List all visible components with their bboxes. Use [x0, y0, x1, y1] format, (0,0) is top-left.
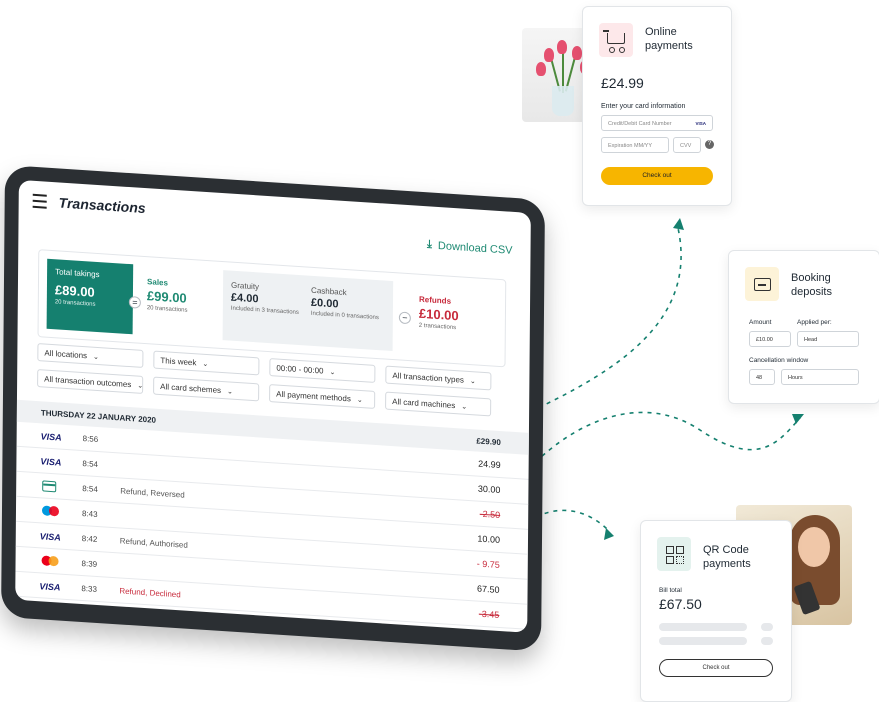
gratuity-cashback-panel: Gratuity £4.00 Included in 3 transaction… [222, 270, 394, 352]
total-takings: Total takings £89.00 20 transactions [46, 258, 134, 335]
card-number-input[interactable]: Credit/Debit Card Number VISA [601, 115, 713, 131]
placeholder-bar [659, 637, 747, 645]
cashback-summary: Cashback £0.00 Included in 0 transaction… [310, 285, 379, 322]
card-icon [42, 480, 57, 493]
card-terminal-icon [745, 267, 779, 301]
filter-locations[interactable]: All locations ⌄ [37, 343, 144, 368]
enter-card-label: Enter your card information [601, 103, 686, 110]
amount-label: Amount [749, 319, 772, 326]
qr-code-icon [657, 537, 691, 571]
booking-deposits-title: Booking deposits [791, 272, 832, 298]
bill-total-value: £67.50 [659, 596, 702, 612]
vase [552, 86, 574, 116]
tablet-body: Transactions ⤓ Download CSV Total taking… [1, 165, 545, 652]
date-group-total: £29.90 [476, 436, 501, 448]
flower-bloom [536, 62, 546, 76]
applied-per-label: Applied per: [797, 319, 832, 326]
cvv-input[interactable]: CVV [673, 137, 701, 153]
placeholder-bar [761, 623, 773, 631]
shopping-cart-icon [599, 23, 633, 57]
filter-card-machines[interactable]: All card machines ⌄ [385, 391, 492, 417]
chevron-down-icon: ⌄ [461, 403, 468, 411]
chevron-down-icon: ⌄ [469, 378, 476, 386]
download-csv-button[interactable]: ⤓ Download CSV [427, 238, 513, 257]
tablet: Transactions ⤓ Download CSV Total taking… [1, 165, 545, 652]
minus-icon: − [398, 311, 411, 325]
page-title: Transactions [58, 194, 146, 217]
equals-icon: = [128, 296, 141, 309]
filter-transaction-outcomes[interactable]: All transaction outcomes ⌄ [37, 369, 144, 394]
amount-input[interactable]: £10.00 [749, 331, 791, 347]
mastercard-icon [41, 555, 60, 567]
woman-face [798, 527, 830, 567]
online-price: £24.99 [601, 75, 644, 91]
connector-booking [499, 411, 801, 504]
filter-card-schemes[interactable]: All card schemes ⌄ [153, 376, 260, 402]
arrow-qr [604, 528, 614, 540]
chevron-down-icon: ⌄ [202, 360, 209, 369]
visa-icon: VISA [39, 531, 61, 543]
refunds-summary: Refunds £10.00 2 transactions [418, 294, 459, 332]
qr-payments-card: QR Code payments Bill total £67.50 Check… [640, 520, 792, 702]
filter-payment-methods[interactable]: All payment methods ⌄ [269, 384, 376, 409]
arrow-booking [792, 414, 804, 424]
chevron-down-icon: ⌄ [93, 353, 99, 362]
hamburger-menu-icon[interactable] [32, 193, 47, 209]
flower-bloom [557, 40, 567, 54]
chevron-down-icon: ⌄ [227, 388, 233, 396]
placeholder-bar [761, 637, 773, 645]
app-header: Transactions [32, 193, 146, 217]
flower-bloom [572, 46, 582, 60]
transaction-list: THURSDAY 22 JANUARY 2020 £29.90 VISA 8:5… [15, 399, 529, 630]
filter-time-range[interactable]: 00:00 - 00:00 ⌄ [269, 358, 376, 383]
checkout-button[interactable]: Check out [601, 167, 713, 185]
online-payments-card: Online payments £24.99 Enter your card i… [582, 6, 732, 206]
qr-checkout-button[interactable]: Check out [659, 659, 773, 677]
maestro-icon [41, 505, 60, 517]
qr-payments-title: QR Code payments [703, 544, 751, 570]
chevron-down-icon: ⌄ [356, 396, 363, 405]
chevron-down-icon: ⌄ [329, 368, 336, 377]
card-brands-icon: VISA [695, 121, 706, 126]
bill-total-label: Bill total [659, 587, 682, 594]
arrow-online [673, 218, 684, 230]
gratuity-summary: Gratuity £4.00 Included in 3 transaction… [230, 280, 299, 317]
cancellation-unit-select[interactable]: Hours [781, 369, 859, 385]
visa-icon: VISA [39, 581, 61, 593]
cancellation-label: Cancellation window [749, 357, 809, 364]
filter-transaction-types[interactable]: All transaction types ⌄ [385, 365, 492, 391]
tablet-screen: Transactions ⤓ Download CSV Total taking… [15, 179, 531, 633]
sales-summary: Sales £99.00 20 transactions [146, 277, 188, 314]
online-payments-title: Online payments [645, 26, 693, 52]
download-icon: ⤓ [427, 238, 432, 251]
visa-icon: VISA [40, 456, 62, 468]
applied-per-input[interactable]: Head [797, 331, 859, 347]
help-icon[interactable]: ? [705, 140, 714, 149]
expiration-input[interactable]: Expiration MM/YY [601, 137, 669, 153]
flower-bloom [544, 48, 554, 62]
visa-icon: VISA [40, 431, 62, 443]
filter-date-range[interactable]: This week ⌄ [153, 350, 260, 376]
booking-deposits-card: Booking deposits Amount Applied per: £10… [728, 250, 879, 404]
placeholder-bar [659, 623, 747, 631]
cancellation-input[interactable]: 48 [749, 369, 775, 385]
chevron-down-icon: ⌄ [137, 382, 144, 390]
